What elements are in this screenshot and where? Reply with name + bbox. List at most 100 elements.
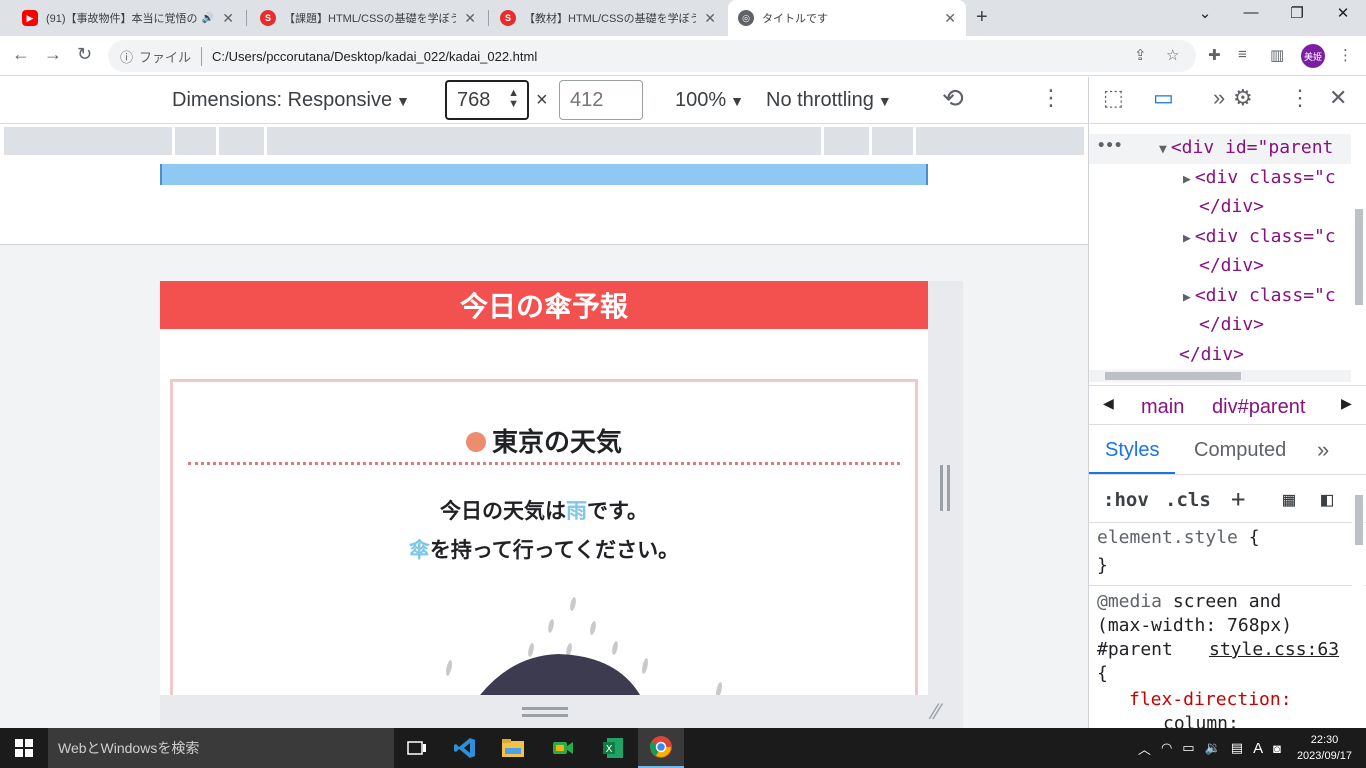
side-panel-icon[interactable]: ▥ [1270,46,1284,64]
volume-icon[interactable]: 🔉 [1205,740,1221,756]
child-node[interactable]: ▶ <div class="c [1183,167,1336,188]
property-name[interactable]: flex-direction: [1129,689,1292,710]
resize-handle-icon[interactable] [940,465,950,511]
close-window-button[interactable]: ✕ [1328,4,1358,22]
crumb-parent[interactable]: div#parent [1212,396,1305,419]
extensions-icon[interactable]: ✚ [1208,46,1221,64]
taskbar-search[interactable]: WebとWindowsを検索 [48,728,394,768]
tab-youtube[interactable]: ▶ (91)【事故物件】本当に覚悟の 🔊 ✕ [12,4,244,32]
collapse-triangle-icon[interactable]: ▼ [1159,142,1167,157]
paint-brush-icon[interactable]: ▦ [1283,487,1295,511]
throttling-dropdown[interactable]: No throttling ▼ [766,89,892,112]
crumb-left-icon[interactable]: ◀ [1103,395,1114,412]
tab-close-icon[interactable]: ✕ [704,10,716,27]
tab-active[interactable]: ◎ タイトルです ✕ [728,0,966,36]
windows-start-button[interactable] [0,728,48,768]
media-query-segment[interactable] [267,127,821,155]
close-devtools-icon[interactable]: ✕ [1329,85,1347,111]
bookmark-star-icon[interactable]: ☆ [1166,46,1179,64]
media-query-segment[interactable] [175,127,216,155]
umbrella-post: を持って行ってください。 [429,538,680,562]
expand-triangle-icon[interactable]: ▶ [1183,231,1191,246]
share-icon[interactable]: ⇪ [1134,46,1147,64]
vscode-icon[interactable] [442,728,488,768]
media-query-segment[interactable] [872,127,913,155]
media-control-icon[interactable]: ≡ [1238,46,1247,63]
ime-indicator[interactable]: A [1253,740,1263,757]
tab-kadai[interactable]: S 【課題】HTML/CSSの基礎を学ぼう - ✕ [250,4,486,32]
speaker-icon[interactable]: 🔊 [202,13,214,24]
expand-triangle-icon[interactable]: ▶ [1183,172,1191,187]
media-query-segment[interactable] [916,127,1084,155]
tab-close-icon[interactable]: ✕ [944,10,956,27]
address-bar[interactable]: ⓘ ファイル C:/Users/pccorutana/Desktop/kadai… [108,40,1196,72]
child-node[interactable]: ▶ <div class="c [1183,226,1336,247]
maximize-button[interactable]: ❐ [1282,4,1312,22]
more-tabs-icon[interactable]: » [1317,437,1329,463]
crumb-right-icon[interactable]: ▶ [1341,395,1352,412]
media-query-segment[interactable] [4,127,172,155]
height-input[interactable] [559,80,643,120]
search-placeholder: WebとWindowsを検索 [58,740,200,756]
dimensions-dropdown[interactable]: Dimensions: Responsive ▼ [172,89,410,112]
scroll-thumb[interactable] [1105,372,1241,380]
notification-icon[interactable]: ▤ [1231,740,1243,756]
menu-dots-icon[interactable]: ⋮ [1338,46,1353,64]
tab-close-icon[interactable]: ✕ [464,10,476,27]
media-query-segment[interactable] [219,127,264,155]
expand-triangle-icon[interactable]: ▶ [1183,290,1191,305]
tab-strip: ▶ (91)【事故物件】本当に覚悟の 🔊 ✕ S 【課題】HTML/CSSの基礎… [0,0,1366,36]
task-view-icon[interactable] [394,728,440,768]
tab-computed[interactable]: Computed [1194,439,1286,462]
back-icon[interactable]: ← [12,44,30,65]
rule-selector[interactable]: #parent [1097,639,1173,660]
tab-styles[interactable]: Styles [1089,439,1176,474]
media-query-segment[interactable] [824,127,869,155]
profile-avatar[interactable]: 美姫 [1301,44,1325,68]
new-tab-button[interactable]: + [976,6,988,29]
property-value[interactable]: column; [1163,713,1239,728]
tab-title: タイトルです [762,13,828,25]
battery-icon[interactable]: ▭ [1182,740,1194,756]
inspect-element-icon[interactable]: ⬚ [1103,85,1124,111]
source-link[interactable]: style.css:63 [1209,639,1339,660]
info-icon[interactable]: ⓘ [120,47,133,66]
device-toggle-icon[interactable]: ▭ [1153,85,1174,111]
zoom-meeting-icon[interactable] [540,728,586,768]
rotate-icon[interactable]: ⟲ [942,83,964,114]
wifi-icon[interactable]: ◠ [1161,740,1172,756]
scroll-thumb[interactable] [1355,209,1363,305]
child-node[interactable]: ▶ <div class="c [1183,285,1336,306]
action-center-icon[interactable]: ◙ [1273,741,1281,756]
stepper-icon[interactable]: ▲ ▼ [508,88,519,110]
devtools-menu-icon[interactable]: ⋮ [1289,85,1311,111]
hov-toggle[interactable]: :hov [1103,489,1149,511]
zoom-dropdown[interactable]: 100% ▼ [675,89,744,112]
file-explorer-icon[interactable] [490,728,536,768]
tab-close-icon[interactable]: ✕ [222,10,234,27]
forward-icon[interactable]: → [44,44,62,65]
more-options-icon[interactable]: ⋮ [1040,85,1062,111]
dimensions-label: Dimensions: Responsive [172,89,393,111]
crumb-main[interactable]: main [1141,396,1184,419]
scroll-thumb[interactable] [1355,495,1363,545]
sidebar-toggle-icon[interactable]: ◧ [1321,487,1333,511]
chevron-up-icon[interactable]: ︿ [1138,739,1151,758]
more-tabs-icon[interactable]: » [1213,85,1225,111]
cls-toggle[interactable]: .cls [1165,489,1211,511]
settings-gear-icon[interactable]: ⚙ [1233,85,1253,111]
resize-corner-icon[interactable]: ⁄⁄ [933,699,940,725]
minimize-button[interactable]: — [1236,4,1266,21]
chrome-icon[interactable] [638,728,684,768]
parent-node[interactable]: ▼ <div id="parent [1159,137,1333,158]
width-input[interactable]: 768 ▲ ▼ [445,80,529,120]
node-ellipsis-icon[interactable]: ••• [1097,138,1122,154]
resize-handle-icon[interactable] [522,707,568,717]
element-style-selector[interactable]: element.style { [1097,527,1260,548]
clock[interactable]: 22:30 2023/09/17 [1297,732,1352,764]
excel-icon[interactable]: X [590,728,636,768]
add-rule-icon[interactable]: + [1231,485,1245,513]
tab-search-icon[interactable]: ⌄ [1190,4,1220,22]
tab-kyozai[interactable]: S 【教材】HTML/CSSの基礎を学ぼう - ✕ [490,4,726,32]
reload-icon[interactable]: ↻ [77,44,92,65]
